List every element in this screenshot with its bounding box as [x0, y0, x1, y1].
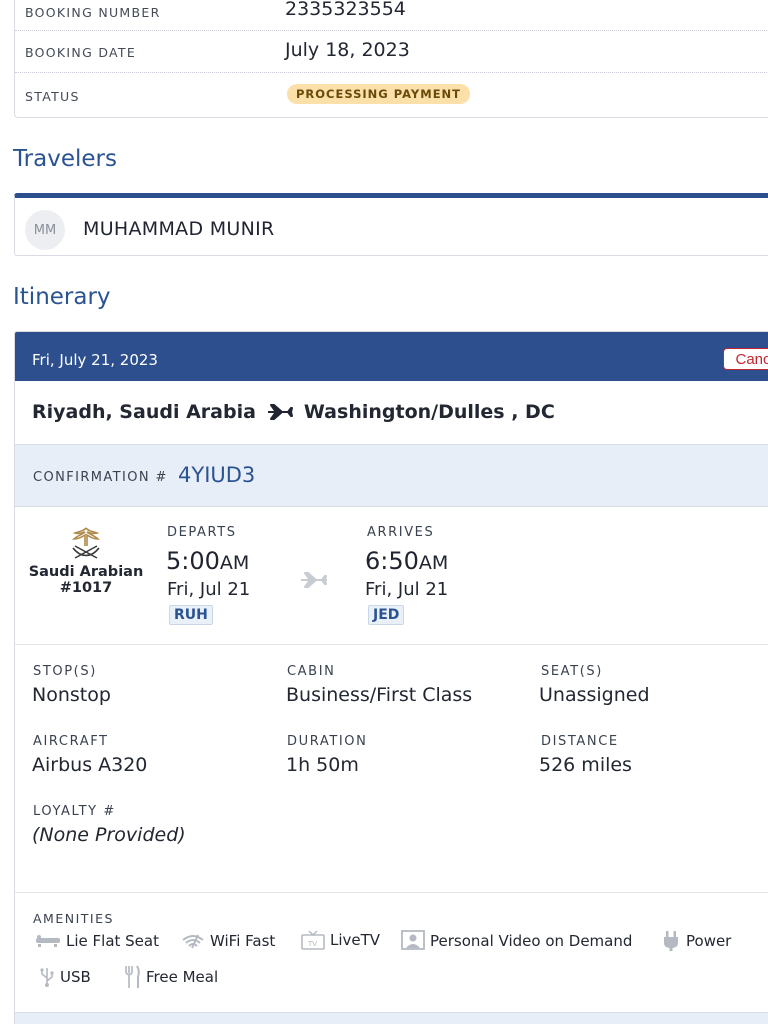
itinerary-heading: Itinerary [13, 284, 111, 310]
avatar: MM [25, 210, 65, 250]
booking-number-row: BOOKING NUMBER 2335323554 [15, 0, 768, 23]
stops-label: STOP(S) [33, 664, 97, 679]
arrival-day: Fri, Jul 21 [365, 579, 449, 600]
divider [15, 30, 768, 31]
departure-time-value: 5:00 [166, 547, 220, 575]
amenity-usb: USB [39, 966, 91, 988]
tv-icon: TV [301, 930, 325, 950]
flight-date: Fri, July 21, 2023 [32, 351, 158, 369]
cancel-button[interactable]: Canc [723, 348, 768, 370]
amenity-wifi: WiFi Fast [181, 932, 275, 950]
status-label: STATUS [25, 88, 80, 104]
booking-date-label: BOOKING DATE [25, 44, 137, 60]
divider [15, 72, 768, 73]
amenity-label: USB [60, 968, 91, 986]
booking-date-value: July 18, 2023 [285, 39, 410, 61]
wifi-icon [182, 934, 204, 949]
airline-name-text: Saudi Arabian [28, 564, 144, 580]
status-badge: PROCESSING PAYMENT [287, 84, 471, 104]
amenity-livetv: TV LiveTV [301, 930, 380, 950]
amenity-label: WiFi Fast [210, 932, 276, 950]
cabin-label: CABIN [287, 664, 336, 679]
traveler-name: MUHAMMAD MUNIR [83, 218, 275, 240]
origin-city: Riyadh, Saudi Arabia [32, 401, 256, 423]
destination-city: Washington/Dulles , DC [303, 401, 555, 423]
aircraft-label: AIRCRAFT [33, 734, 109, 749]
distance-value: 526 miles [539, 754, 632, 776]
lie-flat-seat-icon [36, 935, 60, 947]
itinerary-header: Fri, July 21, 2023 Canc [15, 332, 768, 381]
booking-summary-card: BOOKING NUMBER 2335323554 BOOKING DATE J… [14, 0, 768, 118]
arrival-time: 6:50AM [365, 547, 448, 575]
itinerary-card: Fri, July 21, 2023 Canc Riyadh, Saudi Ar… [14, 331, 768, 1024]
airline-logo-icon [65, 524, 107, 564]
amenity-label: Lie Flat Seat [66, 932, 159, 950]
confirmation-code: 4YIUD3 [178, 463, 256, 487]
distance-label: DISTANCE [541, 734, 619, 749]
airline-name: Saudi Arabian #1017 [20, 564, 152, 596]
amenity-personal-video: Personal Video on Demand [401, 930, 632, 952]
usb-icon [40, 968, 54, 987]
departure-day: Fri, Jul 21 [167, 579, 251, 600]
amenity-label: Power [686, 932, 732, 950]
arrival-airport-code: JED [368, 605, 405, 625]
cabin-value: Business/First Class [286, 684, 473, 706]
loyalty-label: LOYALTY # [33, 804, 116, 819]
amenity-label: Free Meal [146, 968, 219, 986]
airplane-icon [266, 402, 294, 422]
departure-ampm: AM [219, 552, 250, 574]
arrives-label: ARRIVES [367, 525, 435, 540]
aircraft-value: Airbus A320 [32, 754, 148, 776]
amenity-label: Personal Video on Demand [430, 932, 633, 950]
stops-value: Nonstop [32, 684, 111, 706]
meal-icon [125, 965, 140, 988]
arrival-time-value: 6:50 [365, 547, 419, 575]
booking-number-label: BOOKING NUMBER [25, 4, 161, 20]
next-section-band [15, 1012, 768, 1024]
departure-airport-code: RUH [169, 605, 213, 625]
amenity-power: Power [661, 930, 731, 952]
loyalty-value: (None Provided) [32, 824, 186, 846]
amenities-label: AMENITIES [33, 911, 114, 926]
departure-time: 5:00AM [166, 547, 249, 575]
power-plug-icon [664, 931, 678, 951]
airplane-icon [299, 570, 329, 590]
duration-label: DURATION [287, 734, 368, 749]
traveler-card[interactable]: MM MUHAMMAD MUNIR [14, 193, 768, 256]
status-row: STATUS PROCESSING PAYMENT [15, 84, 768, 107]
route: Riyadh, Saudi Arabia Washington/Dulles ,… [32, 401, 555, 423]
booking-date-row: BOOKING DATE July 18, 2023 [15, 39, 768, 63]
amenity-lie-flat-seat: Lie Flat Seat [35, 932, 159, 950]
arrival-ampm: AM [418, 552, 449, 574]
seats-label: SEAT(S) [541, 664, 603, 679]
flight-segment: Saudi Arabian #1017 DEPARTS 5:00AM Fri, … [15, 507, 768, 645]
personal-video-icon [401, 930, 425, 950]
amenity-free-meal: Free Meal [123, 965, 218, 989]
duration-value: 1h 50m [286, 754, 359, 776]
travelers-heading: Travelers [13, 146, 117, 172]
confirmation-label: CONFIRMATION # [33, 470, 168, 485]
divider [15, 892, 768, 893]
flight-number: #1017 [59, 580, 113, 596]
svg-text:TV: TV [307, 940, 317, 948]
departs-label: DEPARTS [167, 525, 237, 540]
amenity-label: LiveTV [330, 931, 381, 949]
booking-number-value: 2335323554 [285, 0, 406, 20]
seats-value: Unassigned [539, 684, 650, 706]
confirmation-band: CONFIRMATION # 4YIUD3 [15, 444, 768, 507]
